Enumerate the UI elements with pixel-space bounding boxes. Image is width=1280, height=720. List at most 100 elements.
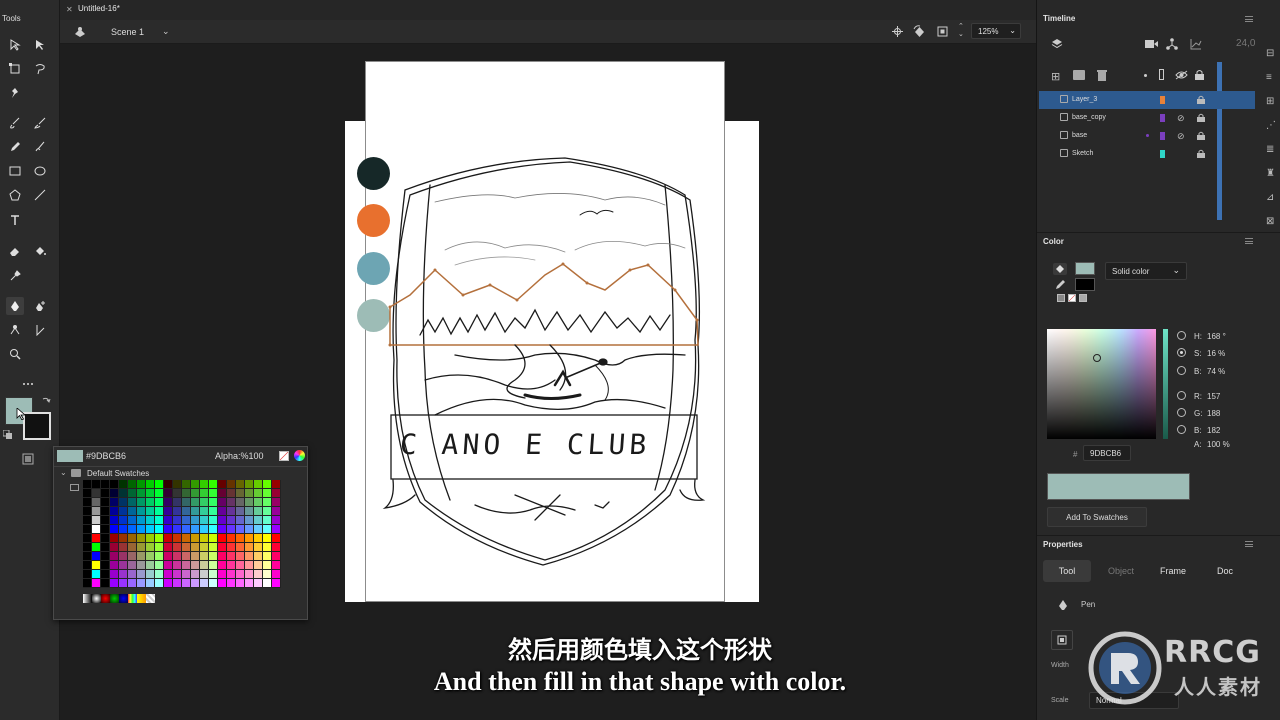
swatch-cell[interactable]: [146, 498, 155, 507]
swatch-cell[interactable]: [254, 561, 263, 570]
swatch-cell[interactable]: [191, 525, 200, 534]
h-radio[interactable]: [1177, 331, 1186, 340]
oval-tool-icon[interactable]: [31, 162, 49, 180]
swatch-grid[interactable]: [83, 480, 281, 606]
swatch-cell[interactable]: [272, 489, 281, 498]
folder-expand-chevron-icon[interactable]: ⌄: [60, 468, 67, 477]
swatch-cell[interactable]: [236, 498, 245, 507]
swatch-cell[interactable]: [263, 561, 272, 570]
swatch-cell[interactable]: [146, 579, 155, 588]
document-tab-title[interactable]: Untitled-16*: [78, 4, 120, 13]
swatch-cell[interactable]: [173, 516, 182, 525]
h-value[interactable]: 168 °: [1207, 332, 1226, 341]
s-value[interactable]: 16 %: [1207, 349, 1225, 358]
swatch-cell[interactable]: [164, 543, 173, 552]
swatch-cell[interactable]: [137, 489, 146, 498]
swatch-cell[interactable]: [155, 552, 164, 561]
swatch-cell[interactable]: [146, 552, 155, 561]
swatch-cell[interactable]: [227, 570, 236, 579]
swatch-cell[interactable]: [227, 543, 236, 552]
swatch-cell[interactable]: [110, 525, 119, 534]
swatch-cell[interactable]: [146, 543, 155, 552]
zoom-stepper-icon[interactable]: ⌃ ⌄: [958, 23, 964, 39]
stroke-color-chip[interactable]: [23, 412, 51, 440]
swatch-cell[interactable]: [182, 489, 191, 498]
swatch-cell[interactable]: [83, 480, 92, 489]
swatch-cell[interactable]: [110, 516, 119, 525]
rectangle-tool-icon[interactable]: [6, 162, 24, 180]
swatch-cell[interactable]: [173, 579, 182, 588]
swatch-cell[interactable]: [101, 507, 110, 516]
swatch-cell[interactable]: [254, 543, 263, 552]
layer-row[interactable]: base_copy ⊘: [1039, 109, 1255, 127]
layer-hidden-icon[interactable]: ⊘: [1177, 131, 1185, 142]
color-menu-icon[interactable]: [1245, 238, 1253, 244]
swatch-cell[interactable]: [164, 561, 173, 570]
new-folder-icon[interactable]: [1073, 70, 1085, 80]
swatch-cell[interactable]: [245, 561, 254, 570]
center-stage-icon[interactable]: [892, 26, 903, 37]
swatch-cell[interactable]: [191, 579, 200, 588]
swatch-cell[interactable]: [119, 579, 128, 588]
swatch-cell[interactable]: [227, 489, 236, 498]
swatch-cell[interactable]: [146, 570, 155, 579]
add-to-swatches-button[interactable]: Add To Swatches: [1047, 507, 1147, 527]
g-value[interactable]: 188: [1207, 409, 1220, 418]
swatch-cell[interactable]: [101, 552, 110, 561]
swatch-cell[interactable]: [92, 552, 101, 561]
show-hide-layers-icon[interactable]: [1175, 70, 1188, 80]
swatch-cell[interactable]: [92, 516, 101, 525]
layer-lock-icon[interactable]: [1197, 131, 1205, 140]
swatch-cell[interactable]: [200, 525, 209, 534]
scene-dropdown-chevron-icon[interactable]: ⌄: [162, 26, 170, 37]
graph-strip-icon[interactable]: ⊿: [1266, 192, 1274, 203]
paint-bucket-tool-icon[interactable]: [31, 242, 49, 260]
swatch-cell[interactable]: [200, 543, 209, 552]
swatch-cell[interactable]: [191, 507, 200, 516]
swatch-cell[interactable]: [128, 543, 137, 552]
brush-tool-icon[interactable]: [31, 114, 49, 132]
swatch-cell[interactable]: [83, 534, 92, 543]
clip-content-icon[interactable]: [937, 26, 948, 37]
swatch-cell[interactable]: [110, 579, 119, 588]
swatch-cell[interactable]: [200, 570, 209, 579]
swatch-cell[interactable]: [245, 507, 254, 516]
swatch-cell[interactable]: [128, 498, 137, 507]
swatch-cell[interactable]: [272, 579, 281, 588]
code-snippets-strip-icon[interactable]: ⊞: [1266, 96, 1274, 107]
swatch-cell[interactable]: [218, 507, 227, 516]
swatch-cell[interactable]: [245, 579, 254, 588]
swatch-cell[interactable]: [182, 516, 191, 525]
swatch-cell[interactable]: [263, 525, 272, 534]
swatch-cell[interactable]: [272, 561, 281, 570]
swatch-cell[interactable]: [137, 543, 146, 552]
swatch-cell[interactable]: [218, 489, 227, 498]
swatch-cell[interactable]: [137, 561, 146, 570]
swatch-cell[interactable]: [164, 507, 173, 516]
swatch-cell[interactable]: [236, 543, 245, 552]
swatch-cell[interactable]: [191, 570, 200, 579]
swatch-cell[interactable]: [101, 579, 110, 588]
swatch-cell[interactable]: [227, 552, 236, 561]
swatch-cell[interactable]: [218, 570, 227, 579]
outline-layers-icon[interactable]: [1159, 69, 1164, 80]
swatch-cell[interactable]: [164, 579, 173, 588]
swatch-cell[interactable]: [155, 525, 164, 534]
swatch-cell[interactable]: [254, 579, 263, 588]
layer-lock-icon[interactable]: [1197, 113, 1205, 122]
layer-color-swatch[interactable]: [1160, 96, 1165, 104]
swatch-cell[interactable]: [272, 507, 281, 516]
swatch-cell[interactable]: [182, 498, 191, 507]
swatch-cell[interactable]: [164, 516, 173, 525]
swatch-cell[interactable]: [137, 570, 146, 579]
swatch-cell[interactable]: [218, 552, 227, 561]
swatch-cell[interactable]: [146, 534, 155, 543]
layer-row[interactable]: Layer_3: [1039, 91, 1255, 109]
fill-color-well[interactable]: [1075, 262, 1095, 275]
align-strip-icon[interactable]: ⊠: [1266, 216, 1274, 227]
color-mini-buttons[interactable]: [1057, 294, 1093, 303]
swatch-cell[interactable]: [254, 534, 263, 543]
stroke-color-well[interactable]: [1075, 278, 1095, 291]
layers-icon[interactable]: [1051, 38, 1063, 50]
layer-color-swatch[interactable]: [1160, 132, 1165, 140]
